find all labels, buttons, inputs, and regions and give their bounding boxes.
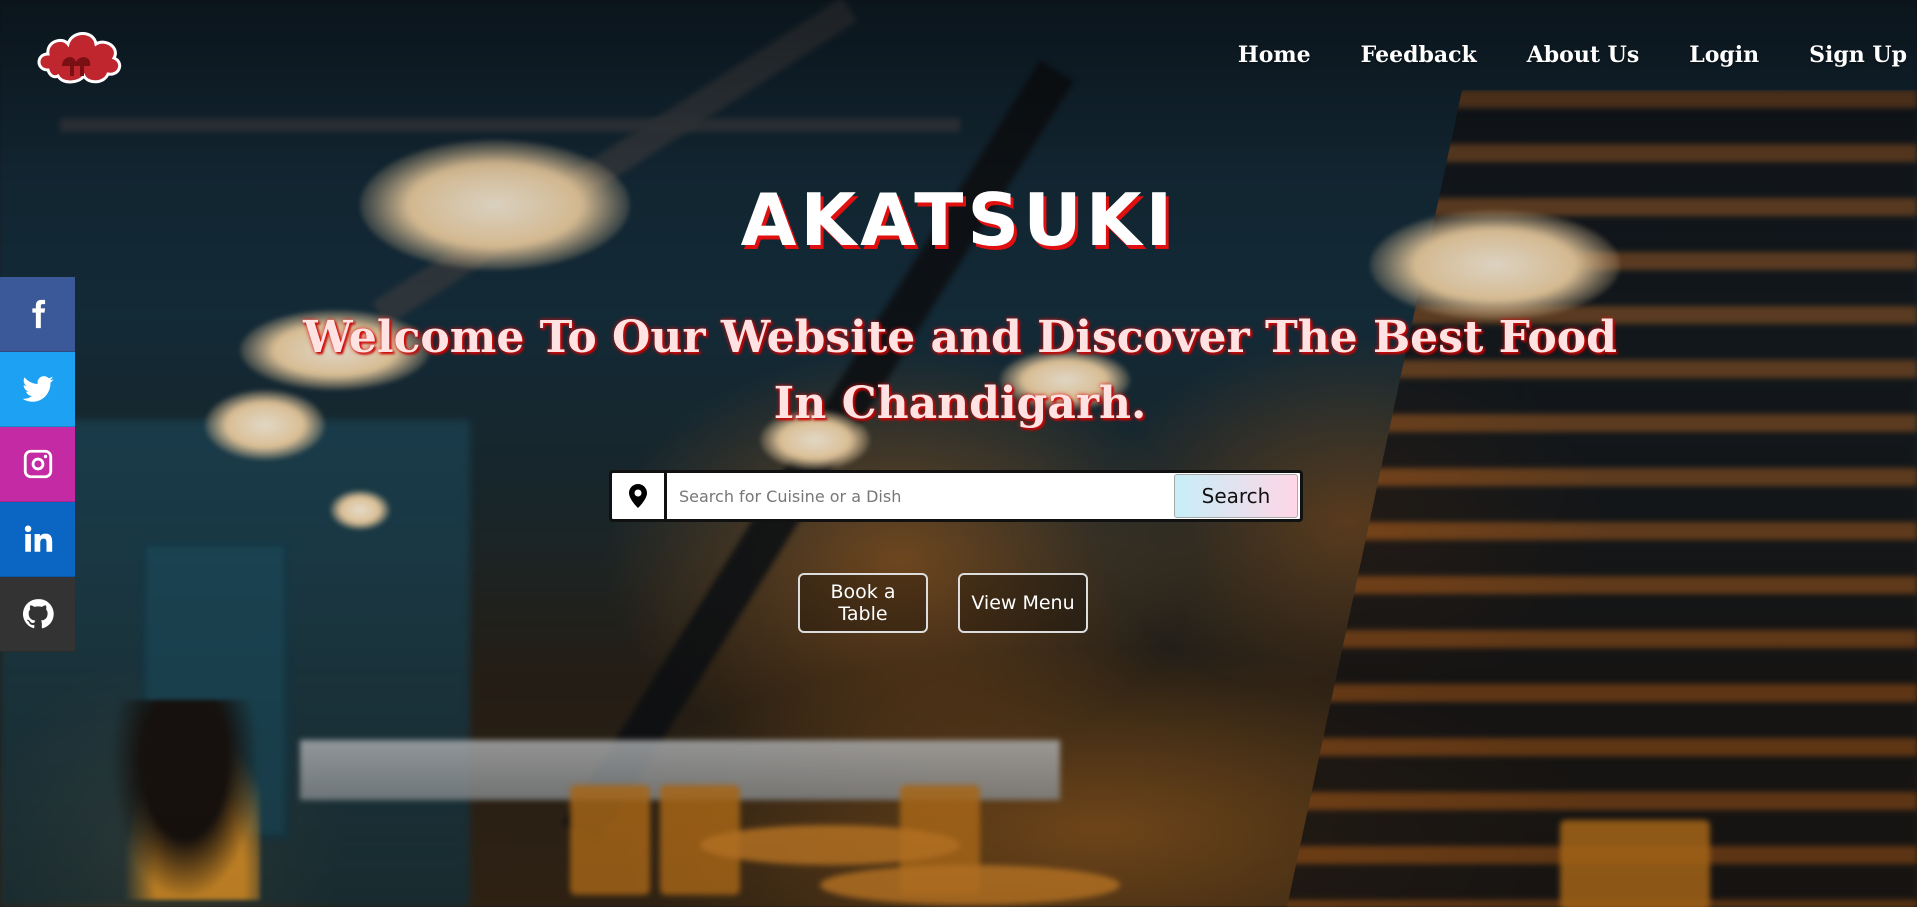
background-overlay bbox=[0, 0, 1917, 907]
nav-home-link[interactable]: Home bbox=[1238, 42, 1311, 68]
location-button[interactable] bbox=[612, 473, 667, 519]
view-menu-button[interactable]: View Menu bbox=[958, 573, 1088, 633]
twitter-link[interactable] bbox=[0, 352, 75, 427]
book-table-button[interactable]: Book a Table bbox=[798, 573, 928, 633]
akatsuki-cloud-icon[interactable] bbox=[34, 26, 124, 88]
linkedin-link[interactable] bbox=[0, 502, 75, 577]
nav-login-link[interactable]: Login bbox=[1689, 42, 1759, 68]
map-pin-icon bbox=[629, 484, 647, 508]
nav-about-us-link[interactable]: About Us bbox=[1527, 42, 1640, 68]
twitter-icon bbox=[21, 376, 54, 402]
facebook-link[interactable] bbox=[0, 277, 75, 352]
linkedin-icon bbox=[24, 525, 52, 552]
search-button[interactable]: Search bbox=[1174, 474, 1298, 518]
nav-sign-up-link[interactable]: Sign Up bbox=[1809, 42, 1907, 68]
search-input[interactable] bbox=[667, 473, 1174, 519]
social-sidebar bbox=[0, 277, 75, 652]
hero-subtitle: Welcome To Our Website and Discover The … bbox=[303, 312, 1617, 429]
github-icon bbox=[22, 599, 54, 629]
search-bar: Search bbox=[609, 470, 1303, 522]
instagram-link[interactable] bbox=[0, 427, 75, 502]
site-title: AKATSUKI bbox=[740, 178, 1177, 262]
nav-feedback-link[interactable]: Feedback bbox=[1361, 42, 1477, 68]
facebook-icon bbox=[31, 299, 45, 329]
top-nav: Home Feedback About Us Login Sign Up bbox=[1238, 42, 1907, 68]
github-link[interactable] bbox=[0, 577, 75, 652]
instagram-icon bbox=[23, 449, 52, 479]
hero-actions: Book a Table View Menu bbox=[798, 573, 1088, 633]
